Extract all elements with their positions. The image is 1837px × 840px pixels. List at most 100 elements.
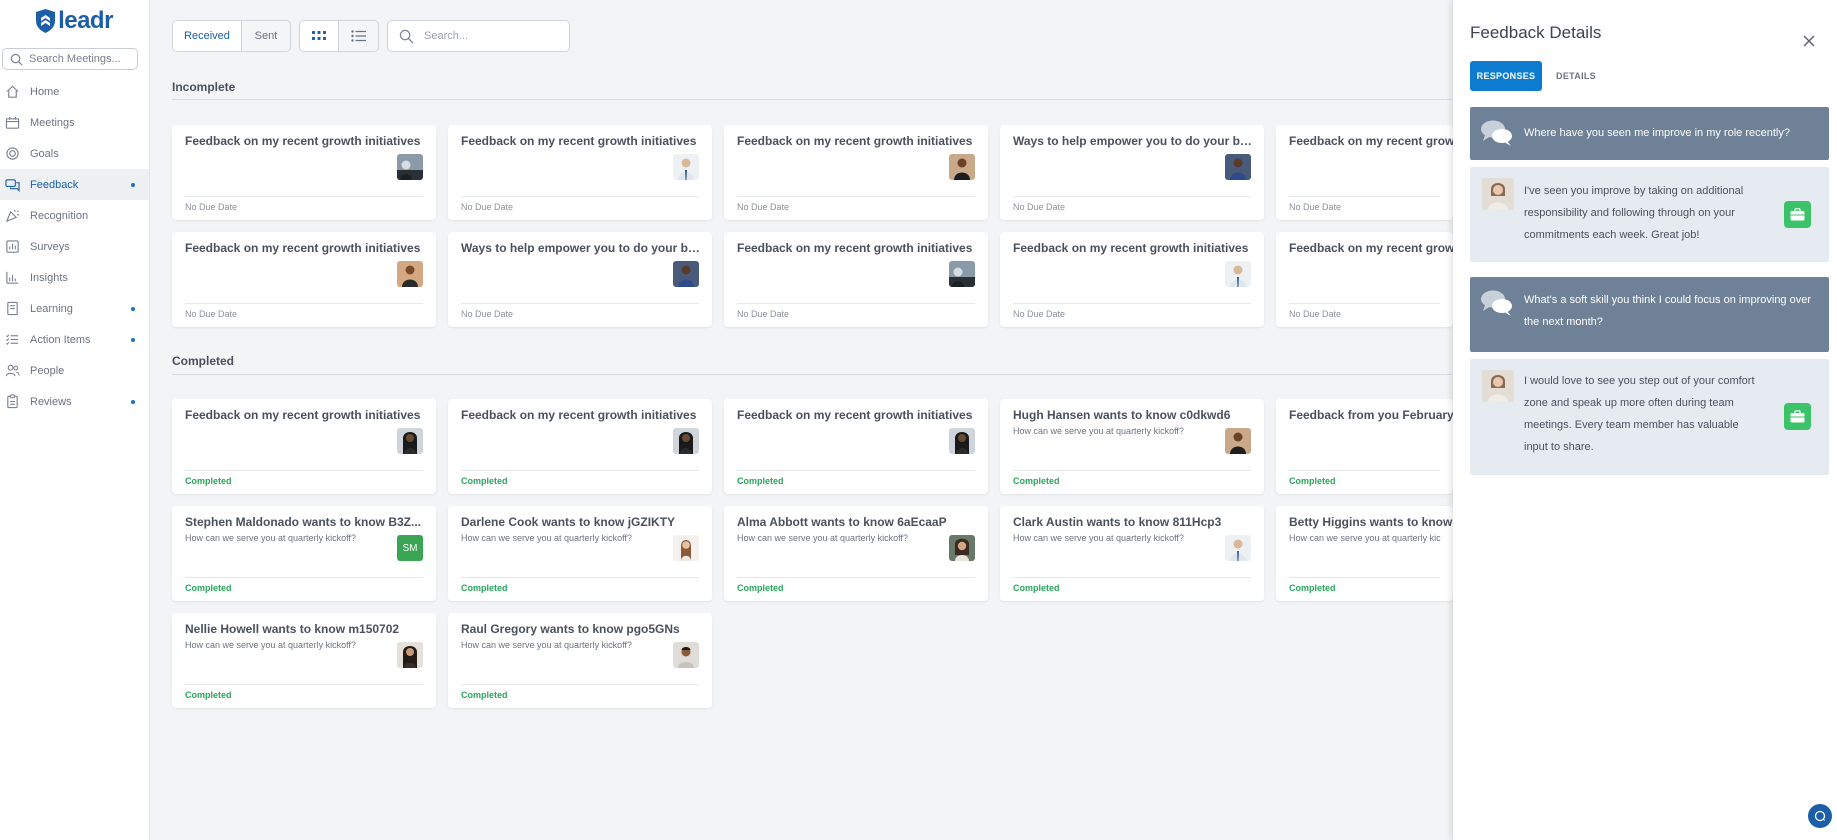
sidebar-item-recognition[interactable]: Recognition — [0, 200, 149, 231]
sidebar-item-action-items[interactable]: Action Items — [0, 324, 149, 355]
feedback-card[interactable]: Raul Gregory wants to know pgo5GNs How c… — [448, 613, 712, 708]
feedback-card[interactable]: Feedback on my recent growth initiatives… — [1276, 125, 1453, 220]
goals-icon — [6, 147, 19, 160]
card-status: Completed — [1289, 583, 1336, 593]
feedback-card[interactable]: Feedback on my recent growth initiatives… — [448, 125, 712, 220]
feedback-card[interactable]: Feedback on my recent growth initiatives… — [172, 125, 436, 220]
tab-responses[interactable]: RESPONSES — [1470, 61, 1542, 91]
feedback-card[interactable]: Feedback on my recent growth initiatives… — [1000, 232, 1264, 327]
card-title: Feedback on my recent growth initiatives — [185, 408, 421, 422]
chat-icon — [1814, 810, 1826, 822]
feedback-card[interactable]: Feedback on my recent growth initiatives… — [448, 399, 712, 494]
sidebar-search-input[interactable]: Search Meetings... — [2, 48, 138, 70]
feedback-card[interactable]: Ways to help empower you to do your be..… — [448, 232, 712, 327]
logo-wordmark: leadr — [58, 7, 113, 34]
feedback-card[interactable]: Clark Austin wants to know 811Hcp3 How c… — [1000, 506, 1264, 601]
card-divider — [1013, 303, 1251, 304]
avatar — [1482, 178, 1514, 210]
card-status: Completed — [461, 690, 508, 700]
avatar — [949, 428, 975, 454]
avatar — [673, 642, 699, 668]
feedback-card[interactable]: Feedback from you February Completed — [1276, 399, 1453, 494]
card-subtitle: How can we serve you at quarterly kickof… — [737, 533, 908, 543]
card-title: Betty Higgins wants to know — [1289, 515, 1453, 529]
feedback-card[interactable]: Feedback on my recent growth initiatives… — [724, 232, 988, 327]
card-subtitle: How can we serve you at quarterly kic — [1289, 533, 1441, 543]
sidebar-item-feedback[interactable]: Feedback — [0, 169, 149, 200]
briefcase-icon — [1784, 403, 1811, 430]
card-status: Completed — [461, 476, 508, 486]
sidebar-item-learning[interactable]: Learning — [0, 293, 149, 324]
card-subtitle: How can we serve you at quarterly kickof… — [461, 640, 632, 650]
feedback-card[interactable]: Feedback on my recent growth initiatives… — [724, 125, 988, 220]
feedback-card[interactable]: Betty Higgins wants to know How can we s… — [1276, 506, 1453, 601]
avatar — [949, 535, 975, 561]
sidebar-item-label: Meetings — [30, 116, 75, 129]
sidebar-item-people[interactable]: People — [0, 355, 149, 386]
card-status: Completed — [737, 583, 784, 593]
card-status: Completed — [185, 476, 232, 486]
search-icon — [399, 29, 414, 43]
sidebar-search-placeholder: Search Meetings... — [29, 53, 121, 65]
feedback-card[interactable]: Alma Abbott wants to know 6aEcaaP How ca… — [724, 506, 988, 601]
feedback-card[interactable]: Ways to help empower you to do your be..… — [1000, 125, 1264, 220]
close-icon[interactable] — [1802, 34, 1816, 48]
card-status: Completed — [1013, 476, 1060, 486]
insights-icon — [6, 271, 19, 284]
sidebar-item-goals[interactable]: Goals — [0, 138, 149, 169]
reviews-icon — [7, 394, 18, 409]
card-due-date: No Due Date — [185, 202, 238, 212]
sidebar: leadr Search Meetings... Home Meetings G… — [0, 0, 150, 840]
feedback-icon — [5, 179, 20, 192]
card-divider — [1013, 577, 1251, 578]
avatar — [1225, 261, 1251, 287]
card-divider — [185, 303, 423, 304]
sidebar-item-meetings[interactable]: Meetings — [0, 107, 149, 138]
received-tab[interactable]: Received — [173, 21, 242, 51]
feedback-card[interactable]: Darlene Cook wants to know jGZIKTY How c… — [448, 506, 712, 601]
card-status: Completed — [737, 476, 784, 486]
feedback-card[interactable]: Nellie Howell wants to know m150702 How … — [172, 613, 436, 708]
sidebar-item-surveys[interactable]: Surveys — [0, 231, 149, 262]
sidebar-item-home[interactable]: Home — [0, 76, 149, 107]
card-due-date: No Due Date — [737, 309, 790, 319]
card-title: Darlene Cook wants to know jGZIKTY — [461, 515, 676, 529]
list-view-button[interactable] — [339, 21, 378, 51]
card-divider — [461, 684, 699, 685]
sidebar-item-reviews[interactable]: Reviews — [0, 386, 149, 417]
avatar — [949, 261, 975, 287]
card-divider — [737, 577, 975, 578]
feedback-card[interactable]: Stephen Maldonado wants to know B3Z... H… — [172, 506, 436, 601]
card-due-date: No Due Date — [737, 202, 790, 212]
panel-title: Feedback Details — [1470, 23, 1602, 42]
grid-view-button[interactable] — [300, 21, 339, 51]
feedback-card[interactable]: Feedback on my recent growth initiatives… — [1276, 232, 1453, 327]
help-chat-button[interactable] — [1808, 804, 1832, 828]
card-subtitle: How can we serve you at quarterly kickof… — [1013, 426, 1184, 436]
sidebar-item-label: Action Items — [30, 333, 91, 346]
feedback-search-input[interactable]: Search... — [387, 20, 570, 52]
feedback-card[interactable]: Feedback on my recent growth initiatives… — [724, 399, 988, 494]
card-due-date: No Due Date — [1289, 309, 1342, 319]
feedback-card[interactable]: Feedback on my recent growth initiatives… — [172, 232, 436, 327]
leadr-logo[interactable]: leadr — [0, 1, 149, 41]
avatar-initials: SM — [397, 535, 423, 561]
card-divider — [185, 470, 423, 471]
list-view-icon — [351, 30, 366, 42]
avatar — [397, 428, 423, 454]
avatar — [949, 154, 975, 180]
card-due-date: No Due Date — [185, 309, 238, 319]
question-text: Where have you seen me improve in my rol… — [1524, 127, 1790, 139]
card-title: Hugh Hansen wants to know c0dkwd6 — [1013, 408, 1231, 422]
home-icon — [6, 85, 19, 98]
card-divider — [1013, 196, 1251, 197]
completed-section-title: Completed — [172, 354, 235, 368]
feedback-card[interactable]: Feedback on my recent growth initiatives… — [172, 399, 436, 494]
tab-details[interactable]: DETAILS — [1542, 61, 1610, 91]
sent-tab[interactable]: Sent — [242, 21, 290, 51]
card-divider — [461, 577, 699, 578]
response-block: I would love to see you step out of your… — [1470, 359, 1829, 475]
sidebar-item-insights[interactable]: Insights — [0, 262, 149, 293]
sidebar-item-label: Goals — [30, 147, 59, 160]
feedback-card[interactable]: Hugh Hansen wants to know c0dkwd6 How ca… — [1000, 399, 1264, 494]
